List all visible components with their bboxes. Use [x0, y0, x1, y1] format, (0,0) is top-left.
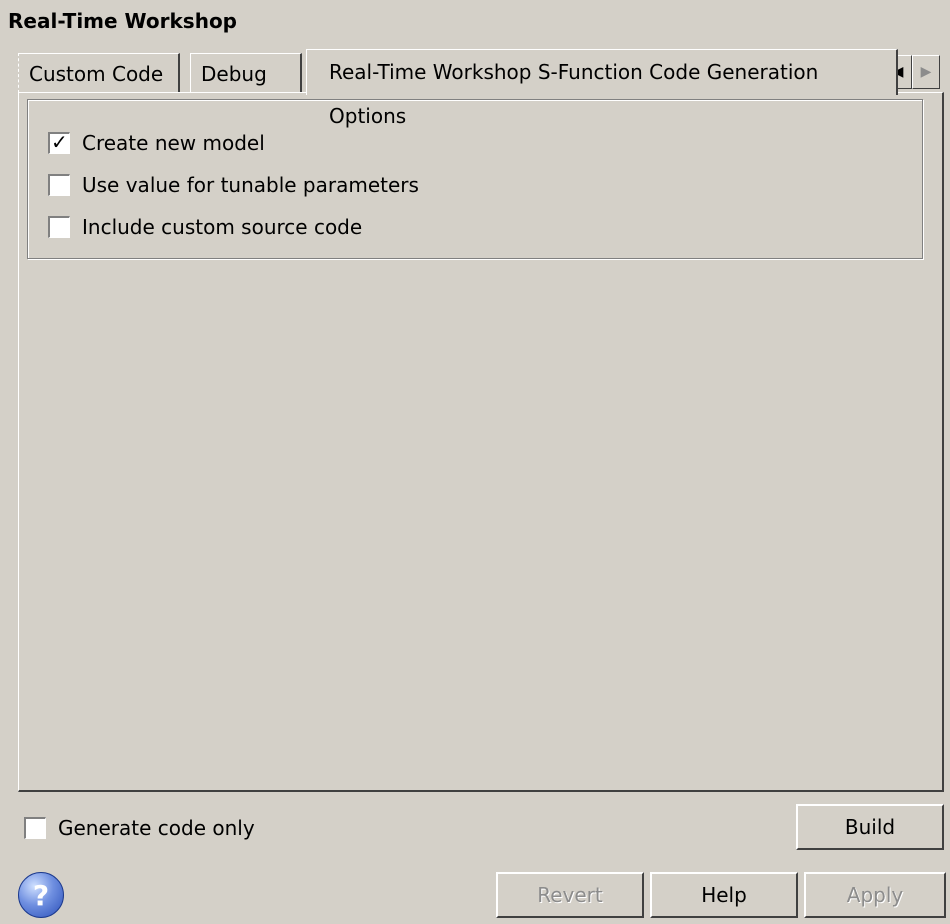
- use-value-tunable-checkbox[interactable]: [48, 174, 70, 196]
- tab-sfunction-options[interactable]: Real-Time Workshop S-Function Code Gener…: [306, 49, 898, 128]
- create-new-model-checkbox[interactable]: ✓: [48, 130, 70, 154]
- tab-panel: ✓ Create new model Use value for tunable…: [18, 92, 944, 792]
- use-value-tunable-option[interactable]: Use value for tunable parameters: [48, 172, 419, 198]
- generate-code-only-checkbox[interactable]: [24, 817, 46, 839]
- build-button[interactable]: Build: [796, 804, 944, 850]
- apply-button-label: Apply: [846, 883, 904, 907]
- generate-code-only-label: Generate code only: [58, 816, 255, 840]
- page-title: Real-Time Workshop: [8, 9, 237, 33]
- use-value-tunable-label: Use value for tunable parameters: [82, 173, 419, 197]
- arrow-right-icon[interactable]: ▶: [912, 55, 940, 89]
- create-new-model-label: Create new model: [82, 131, 265, 155]
- include-custom-source-option[interactable]: Include custom source code: [48, 214, 362, 240]
- revert-button[interactable]: Revert: [496, 872, 644, 918]
- help-icon[interactable]: ?: [18, 872, 64, 918]
- include-custom-source-label: Include custom source code: [82, 215, 363, 239]
- include-custom-source-checkbox[interactable]: [48, 216, 70, 238]
- help-button-label: Help: [701, 883, 747, 907]
- tab-strip: Custom Code Debug Real-Time Workshop S-F…: [18, 49, 948, 128]
- tab-debug[interactable]: Debug: [190, 53, 302, 93]
- create-new-model-option[interactable]: ✓ Create new model: [48, 130, 265, 156]
- apply-button[interactable]: Apply: [804, 872, 946, 918]
- revert-button-label: Revert: [537, 883, 603, 907]
- help-button[interactable]: Help: [650, 872, 798, 918]
- options-group: ✓ Create new model Use value for tunable…: [27, 99, 923, 259]
- check-icon: ✓: [51, 130, 68, 154]
- generate-code-only-option[interactable]: Generate code only: [24, 815, 255, 841]
- tab-custom-code[interactable]: Custom Code: [18, 53, 180, 93]
